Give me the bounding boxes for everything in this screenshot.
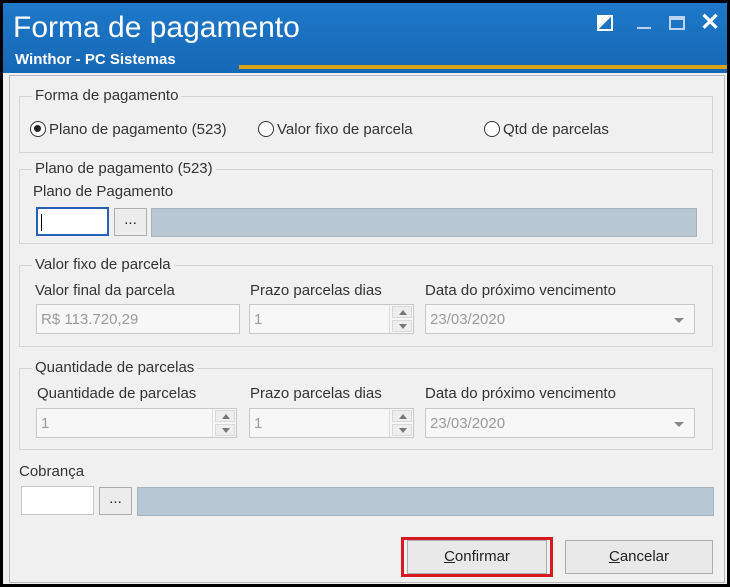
window-subtitle: Winthor - PC Sistemas	[15, 51, 176, 68]
plano-pagamento-legend: Plano de pagamento (523)	[32, 160, 216, 177]
valor-final-label: Valor final da parcela	[35, 282, 175, 299]
prazo-stepper[interactable]: 1	[249, 304, 414, 334]
forma-pagamento-group: Forma de pagamento Plano de pagamento (5…	[19, 87, 713, 153]
cobranca-code-input[interactable]	[21, 486, 94, 515]
plano-lookup-button[interactable]: ...	[114, 208, 147, 236]
radio-circle-icon	[30, 121, 46, 137]
radio-qtd-parcelas[interactable]: Qtd de parcelas	[484, 119, 609, 139]
data-vencimento-select[interactable]: 23/03/2020	[425, 304, 695, 334]
data-vencimento-label: Data do próximo vencimento	[425, 385, 616, 402]
radio-label: Plano de pagamento (523)	[49, 120, 227, 138]
confirm-button[interactable]: Confirmar	[407, 540, 547, 574]
radio-plano-pagamento[interactable]: Plano de pagamento (523)	[30, 119, 227, 139]
prazo-label: Prazo parcelas dias	[250, 385, 382, 402]
spin-down-icon[interactable]	[392, 424, 412, 436]
cobranca-label: Cobrança	[19, 463, 85, 480]
chevron-down-icon[interactable]	[674, 422, 684, 427]
spin-up-icon[interactable]	[392, 306, 412, 318]
cancel-button[interactable]: Cancelar	[565, 540, 713, 574]
valor-fixo-legend: Valor fixo de parcela	[32, 256, 174, 273]
quantidade-parcelas-group: Quantidade de parcelas Quantidade de par…	[19, 359, 713, 450]
valor-final-input[interactable]: R$ 113.720,29	[36, 304, 240, 334]
data-vencimento-select[interactable]: 23/03/2020	[425, 408, 695, 438]
plano-pagamento-group: Plano de pagamento (523) Plano de Pagame…	[19, 160, 713, 244]
qtd-parcelas-label: Quantidade de parcelas	[37, 385, 197, 402]
forma-pagamento-legend: Forma de pagamento	[32, 87, 182, 104]
prazo-stepper[interactable]: 1	[249, 408, 414, 438]
radio-label: Valor fixo de parcela	[277, 120, 413, 138]
radio-valor-fixo[interactable]: Valor fixo de parcela	[258, 119, 413, 139]
quantidade-legend: Quantidade de parcelas	[32, 359, 198, 376]
minimize-icon[interactable]	[634, 13, 656, 35]
chevron-down-icon[interactable]	[674, 318, 684, 323]
spin-up-icon[interactable]	[215, 410, 235, 422]
radio-label: Qtd de parcelas	[503, 120, 609, 138]
qtd-parcelas-stepper[interactable]: 1	[36, 408, 237, 438]
spin-down-icon[interactable]	[215, 424, 235, 436]
spin-down-icon[interactable]	[392, 320, 412, 332]
close-icon[interactable]: ✕	[700, 11, 722, 35]
dialog-content: Forma de pagamento Plano de pagamento (5…	[9, 75, 725, 583]
title-accent-line	[239, 65, 727, 69]
plano-field-label: Plano de Pagamento	[33, 183, 174, 200]
restore-icon[interactable]	[595, 13, 617, 35]
title-bar[interactable]: Forma de pagamento Winthor - PC Sistemas…	[3, 3, 727, 73]
window-title: Forma de pagamento	[13, 11, 300, 44]
prazo-label: Prazo parcelas dias	[250, 282, 382, 299]
data-vencimento-label: Data do próximo vencimento	[425, 282, 616, 299]
maximize-icon[interactable]	[667, 13, 689, 35]
radio-circle-icon	[258, 121, 274, 137]
cobranca-description-field	[137, 487, 714, 516]
spin-up-icon[interactable]	[392, 410, 412, 422]
payment-dialog: Forma de pagamento Winthor - PC Sistemas…	[0, 0, 730, 587]
radio-circle-icon	[484, 121, 500, 137]
plano-description-field	[151, 208, 697, 237]
cobranca-lookup-button[interactable]: ...	[99, 487, 132, 515]
plano-code-input[interactable]	[36, 207, 109, 236]
valor-fixo-group: Valor fixo de parcela Valor final da par…	[19, 256, 713, 347]
